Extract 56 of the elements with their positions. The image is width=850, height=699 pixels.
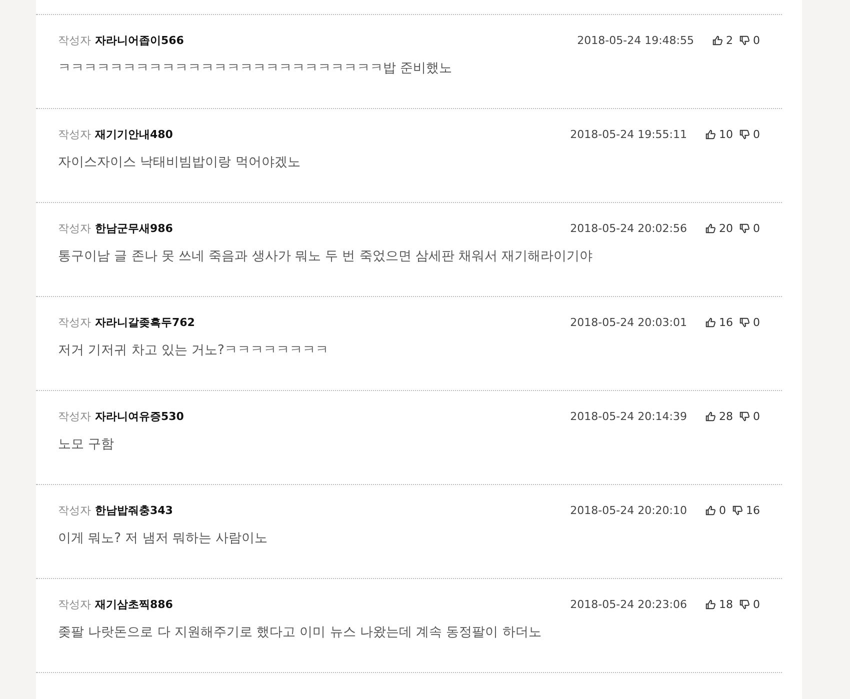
like-count: 0 — [719, 504, 726, 516]
thumbs-down-icon[interactable] — [732, 504, 743, 516]
author-name: 자라니여유증530 — [95, 408, 184, 424]
thumbs-down-icon[interactable] — [739, 128, 750, 140]
author-label: 작성자 — [58, 408, 91, 424]
comment-time: 2018-05-24 20:14:39 — [570, 410, 687, 422]
thumbs-down-icon[interactable] — [739, 316, 750, 328]
comment-text: ㅋㅋㅋㅋㅋㅋㅋㅋㅋㅋㅋㅋㅋㅋㅋㅋㅋㅋㅋㅋㅋㅋㅋㅋㅋ밥 준비했노 — [58, 60, 454, 78]
comment-time: 2018-05-24 20:23:06 — [570, 598, 687, 610]
like-count: 20 — [719, 222, 733, 234]
dislike-count: 0 — [753, 34, 760, 46]
author-label: 작성자 — [58, 220, 91, 236]
thumbs-up-icon[interactable] — [705, 316, 716, 328]
dislike-count: 16 — [746, 504, 760, 516]
dislike-count: 0 — [753, 128, 760, 140]
comment-text: 통구이남 글 존나 못 쓰네 죽음과 생사가 뭐노 두 번 죽었으면 삼세판 채워서 재기해라이기야 — [58, 248, 594, 266]
comment-text: 저거 기저귀 차고 있는 거노?ㅋㅋㅋㅋㅋㅋㅋㅋ — [58, 342, 330, 360]
thumbs-up-icon[interactable] — [705, 222, 716, 234]
author-label: 작성자 — [58, 32, 91, 48]
comment-text: 이게 뭐노? 저 냄저 뭐하는 사람이노 — [58, 530, 269, 548]
comment-time: 2018-05-24 20:02:56 — [570, 222, 687, 234]
thumbs-down-icon[interactable] — [739, 410, 750, 422]
like-count: 2 — [726, 34, 733, 46]
thumbs-up-icon[interactable] — [705, 128, 716, 140]
author-label: 작성자 — [58, 596, 91, 612]
comment-time: 2018-05-24 19:55:11 — [570, 128, 687, 140]
thumbs-up-icon[interactable] — [705, 410, 716, 422]
thumbs-down-icon[interactable] — [739, 598, 750, 610]
comment-text: 노모 구함 — [58, 436, 116, 454]
author-label: 작성자 — [58, 314, 91, 330]
comment-time: 2018-05-24 19:48:55 — [577, 34, 694, 46]
author-name: 자라니갈좆흑두762 — [95, 314, 195, 330]
thumbs-up-icon[interactable] — [712, 34, 723, 46]
thumbs-up-icon[interactable] — [705, 598, 716, 610]
author-name: 재기기안내480 — [95, 126, 173, 142]
like-count: 28 — [719, 410, 733, 422]
author-label: 작성자 — [58, 502, 91, 518]
dislike-count: 0 — [753, 222, 760, 234]
like-count: 18 — [719, 598, 733, 610]
thumbs-down-icon[interactable] — [739, 34, 750, 46]
thumbs-down-icon[interactable] — [739, 222, 750, 234]
dislike-count: 0 — [753, 410, 760, 422]
dislike-count: 0 — [753, 598, 760, 610]
comment-text: 좆팔 나랏돈으로 다 지원해주기로 했다고 이미 뉴스 나왔는데 계속 동정팔이 하더노 — [58, 624, 542, 642]
comment-text: 자이스자이스 낙태비빔밥이랑 먹어야겠노 — [58, 154, 302, 172]
author-name: 재기삼초찍886 — [95, 596, 173, 612]
author-name: 한남군무새986 — [95, 220, 173, 236]
author-name: 한남밥줘충343 — [95, 502, 173, 518]
dislike-count: 0 — [753, 316, 760, 328]
comment-time: 2018-05-24 20:03:01 — [570, 316, 687, 328]
like-count: 16 — [719, 316, 733, 328]
author-name: 자라니어좁이566 — [95, 32, 184, 48]
comment-time: 2018-05-24 20:20:10 — [570, 504, 687, 516]
thumbs-up-icon[interactable] — [705, 504, 716, 516]
author-label: 작성자 — [58, 126, 91, 142]
like-count: 10 — [719, 128, 733, 140]
